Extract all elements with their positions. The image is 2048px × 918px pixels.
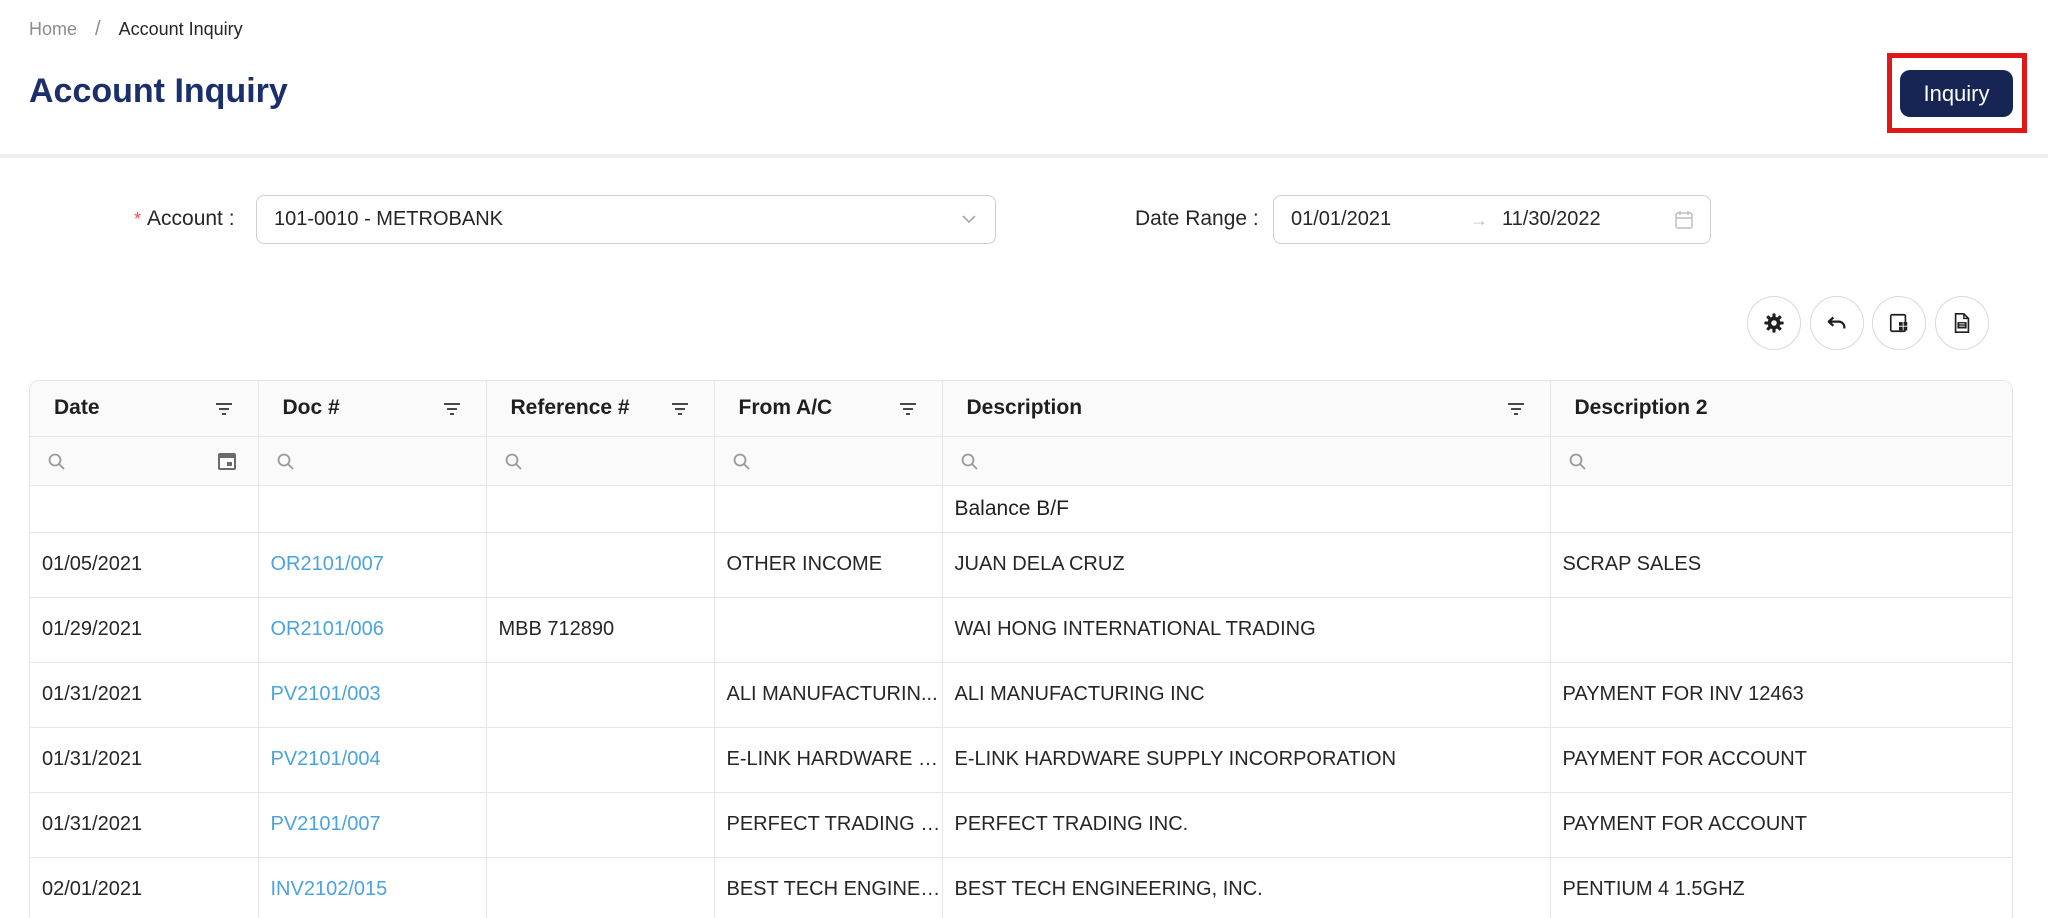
settings-button[interactable] xyxy=(1747,296,1801,350)
cell-doc-link[interactable]: OR2101/006 xyxy=(258,597,487,663)
cell-reference: MBB 712890 xyxy=(486,597,715,663)
cell-description: ALI MANUFACTURING INC xyxy=(942,662,1551,728)
column-header-reference: Reference # xyxy=(486,381,715,437)
undo-button[interactable] xyxy=(1810,296,1864,350)
table-row: 01/31/2021 PV2101/004 E-LINK HARDWARE S.… xyxy=(30,727,2012,793)
cell-date: 01/05/2021 xyxy=(30,532,259,598)
search-cell-doc[interactable] xyxy=(258,436,487,486)
table-row: 01/31/2021 PV2101/003 ALI MANUFACTURIN..… xyxy=(30,662,2012,728)
cell-from-ac xyxy=(714,597,943,663)
search-cell-date[interactable] xyxy=(30,436,259,486)
balance-row: Balance B/F xyxy=(30,485,2012,533)
table-row: 01/31/2021 PV2101/007 PERFECT TRADING I.… xyxy=(30,792,2012,858)
table-row: 02/01/2021 INV2102/015 BEST TECH ENGINEE… xyxy=(30,857,2012,918)
cell-description-2: PAYMENT FOR ACCOUNT xyxy=(1550,727,2012,793)
cell-doc-link[interactable]: OR2101/007 xyxy=(258,532,487,598)
chevron-down-icon xyxy=(962,215,976,224)
page-title: Account Inquiry xyxy=(29,72,288,110)
account-select-value: 101-0010 - METROBANK xyxy=(274,208,503,230)
date-range-label: Date Range : xyxy=(1135,207,1259,230)
cell-from-ac: OTHER INCOME xyxy=(714,532,943,598)
breadcrumb-separator: / xyxy=(95,18,101,40)
column-header-doc: Doc # xyxy=(258,381,487,437)
cell-description-2 xyxy=(1550,597,2012,663)
date-from-input[interactable]: 01/01/2021 xyxy=(1291,208,1391,231)
search-icon xyxy=(733,453,750,470)
filter-icon[interactable] xyxy=(898,399,918,419)
cell-from-ac: BEST TECH ENGINEE... xyxy=(714,857,943,918)
cell-description: JUAN DELA CRUZ xyxy=(942,532,1551,598)
cell-from-ac: E-LINK HARDWARE S... xyxy=(714,727,943,793)
cell-doc-link[interactable]: PV2101/004 xyxy=(258,727,487,793)
search-icon xyxy=(48,453,65,470)
cell-description: PERFECT TRADING INC. xyxy=(942,792,1551,858)
balance-description: Balance B/F xyxy=(942,485,1551,533)
undo-icon xyxy=(1827,316,1846,329)
breadcrumb: Home / Account Inquiry xyxy=(29,18,243,41)
filter-icon[interactable] xyxy=(670,399,690,419)
cell-description: BEST TECH ENGINEERING, INC. xyxy=(942,857,1551,918)
export-pdf-button[interactable] xyxy=(1935,296,1989,350)
cell-date: 01/31/2021 xyxy=(30,727,259,793)
column-header-description: Description xyxy=(942,381,1551,437)
filter-icon[interactable] xyxy=(1506,399,1526,419)
cell-reference xyxy=(486,857,715,918)
cell-reference xyxy=(486,532,715,598)
cell-date: 02/01/2021 xyxy=(30,857,259,918)
cell-from-ac: ALI MANUFACTURIN... xyxy=(714,662,943,728)
search-icon xyxy=(1569,453,1586,470)
cell-description-2: SCRAP SALES xyxy=(1550,532,2012,598)
search-row xyxy=(30,436,2012,486)
search-cell-description-2[interactable] xyxy=(1550,436,2012,486)
breadcrumb-current: Account Inquiry xyxy=(118,19,243,39)
date-range-arrow: → xyxy=(1470,210,1488,230)
required-mark: * xyxy=(134,209,142,229)
cell-reference xyxy=(486,792,715,858)
cell-date: 01/29/2021 xyxy=(30,597,259,663)
breadcrumb-home[interactable]: Home xyxy=(29,19,77,40)
cell-description: E-LINK HARDWARE SUPPLY INCORPORATION xyxy=(942,727,1551,793)
account-select[interactable]: 101-0010 - METROBANK xyxy=(256,195,996,244)
cell-doc-link[interactable]: PV2101/003 xyxy=(258,662,487,728)
table-row: 01/05/2021 OR2101/007 OTHER INCOME JUAN … xyxy=(30,532,2012,598)
search-cell-from-ac[interactable] xyxy=(714,436,943,486)
calendar-icon[interactable] xyxy=(216,450,238,472)
cell-doc-link[interactable]: PV2101/007 xyxy=(258,792,487,858)
search-icon xyxy=(277,453,294,470)
account-label: Account : xyxy=(147,207,235,230)
column-header-from-ac: From A/C xyxy=(714,381,943,437)
cell-date: 01/31/2021 xyxy=(30,662,259,728)
export-excel-icon xyxy=(1889,313,1908,333)
inquiry-button[interactable]: Inquiry xyxy=(1900,70,2013,117)
gear-icon xyxy=(1764,313,1784,333)
calendar-icon xyxy=(1675,211,1693,229)
search-icon xyxy=(505,453,522,470)
table-row: 01/29/2021 OR2101/006 MBB 712890 WAI HON… xyxy=(30,597,2012,663)
search-cell-description[interactable] xyxy=(942,436,1551,486)
date-to-input[interactable]: 11/30/2022 xyxy=(1502,208,1601,231)
column-header-date: Date xyxy=(30,381,259,437)
cell-reference xyxy=(486,727,715,793)
filter-icon[interactable] xyxy=(442,399,462,419)
cell-description-2: PAYMENT FOR INV 12463 xyxy=(1550,662,2012,728)
cell-description: WAI HONG INTERNATIONAL TRADING xyxy=(942,597,1551,663)
cell-description-2: PENTIUM 4 1.5GHZ xyxy=(1550,857,2012,918)
filter-icon[interactable] xyxy=(214,399,234,419)
cell-from-ac: PERFECT TRADING I... xyxy=(714,792,943,858)
cell-date: 01/31/2021 xyxy=(30,792,259,858)
date-range-picker[interactable]: 01/01/2021 → 11/30/2022 xyxy=(1273,195,1711,244)
header-divider xyxy=(0,154,2048,158)
search-cell-reference[interactable] xyxy=(486,436,715,486)
cell-reference xyxy=(486,662,715,728)
export-excel-button[interactable] xyxy=(1872,296,1926,350)
cell-doc-link[interactable]: INV2102/015 xyxy=(258,857,487,918)
search-icon xyxy=(961,453,978,470)
account-label-wrap: * Account : xyxy=(134,207,235,231)
account-inquiry-grid: Date Doc # Reference # From A/C Descript… xyxy=(29,380,2013,918)
column-header-description-2: Description 2 xyxy=(1550,381,2012,437)
export-pdf-icon xyxy=(1954,313,1970,333)
cell-description-2: PAYMENT FOR ACCOUNT xyxy=(1550,792,2012,858)
